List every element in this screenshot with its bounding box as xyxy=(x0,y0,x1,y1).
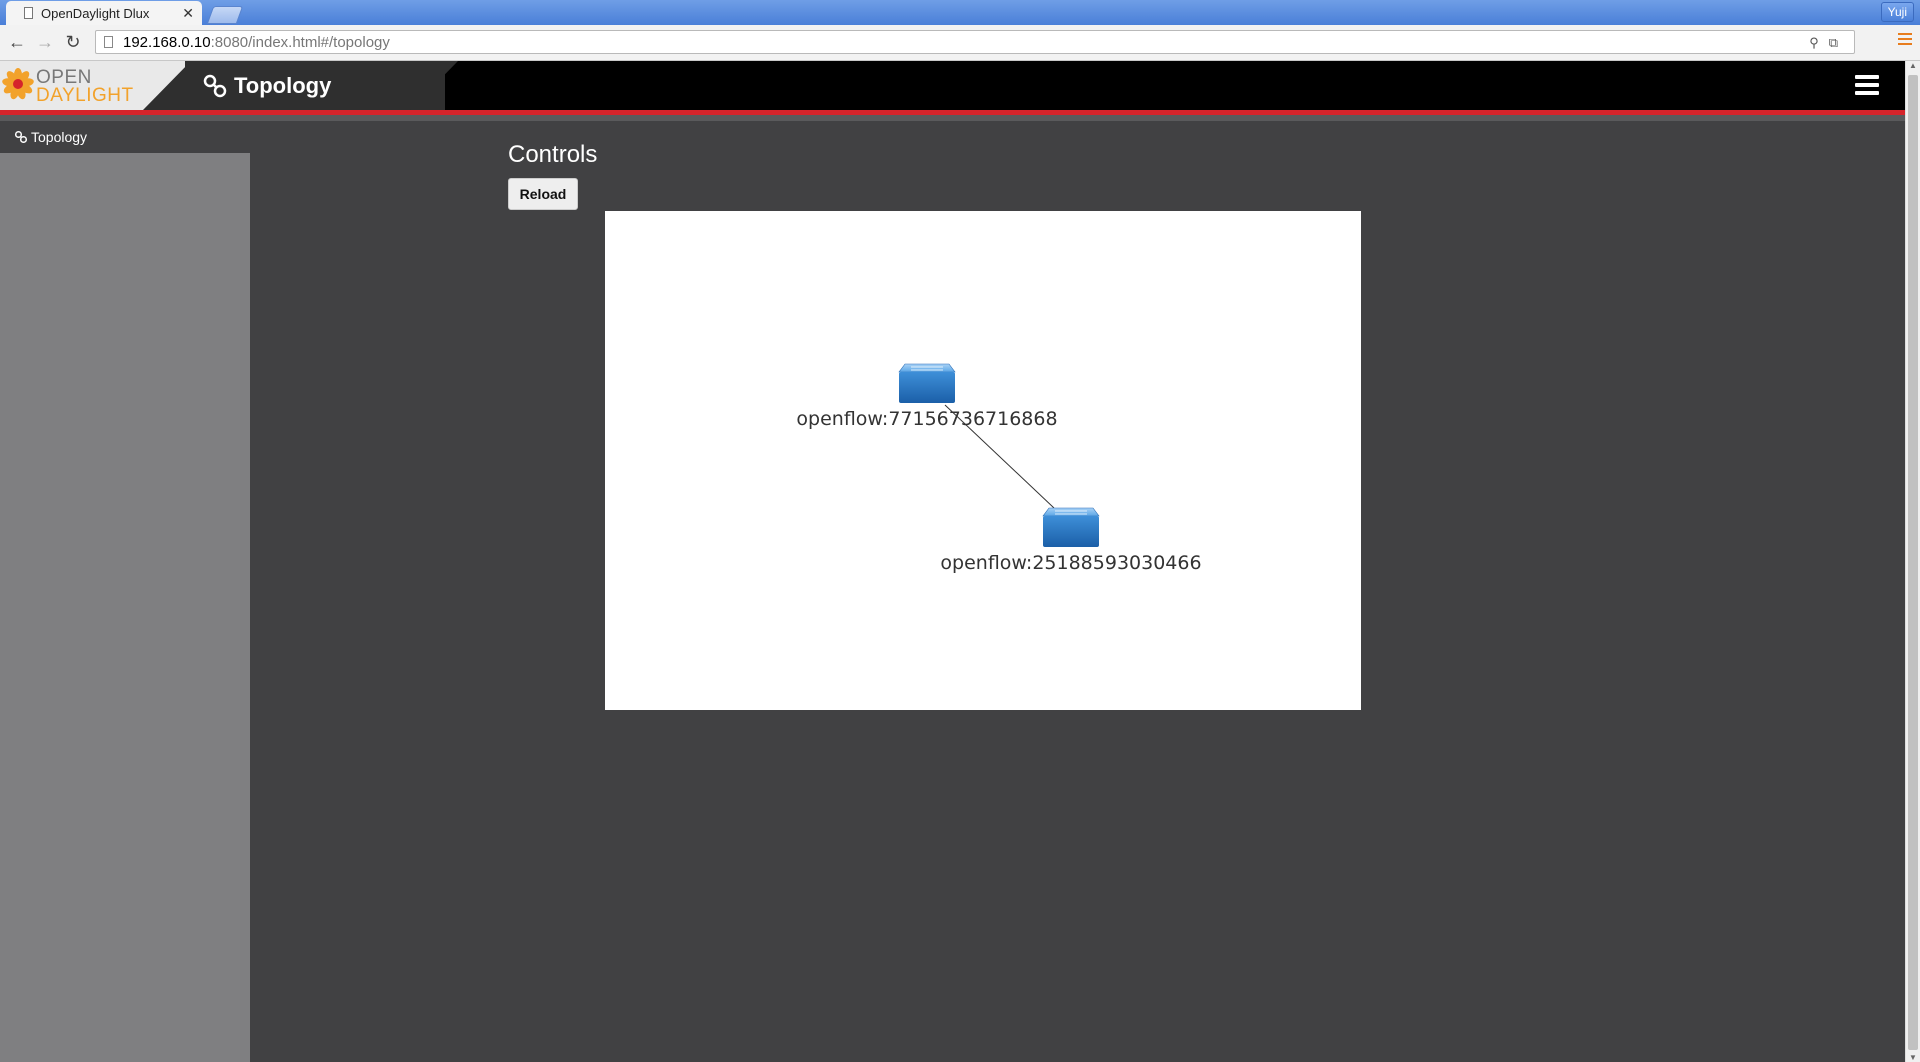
app-header: OPEN DAYLIGHT Topology xyxy=(0,61,1905,110)
new-tab-button[interactable] xyxy=(206,6,244,24)
title-divider xyxy=(410,61,458,110)
page-icon xyxy=(24,7,33,19)
tab-title: OpenDaylight Dlux xyxy=(41,5,150,21)
url-host: 192.168.0.10 xyxy=(123,33,211,51)
daylight-flower-icon xyxy=(2,68,34,100)
scroll-thumb[interactable] xyxy=(1908,75,1918,1050)
sidebar: Topology xyxy=(0,121,250,1062)
extension-icons[interactable]: ⚲⧉ xyxy=(1809,35,1848,51)
sidebar-item-label: Topology xyxy=(31,129,88,145)
node-label: openflow:77156736716868 xyxy=(796,408,1057,430)
address-bar[interactable]: 192.168.0.10:8080/index.html#/topology ⚲… xyxy=(95,30,1855,54)
page-title: Topology xyxy=(202,61,331,110)
topology-canvas[interactable]: openflow:77156736716868 openflow:2518859… xyxy=(605,211,1361,710)
reload-page-icon[interactable]: ↻ xyxy=(62,31,84,53)
page-scrollbar[interactable]: ▲ ▼ xyxy=(1905,61,1920,1062)
close-tab-icon[interactable]: ✕ xyxy=(182,5,194,22)
page-title-text: Topology xyxy=(234,72,332,98)
switch-node[interactable] xyxy=(898,363,956,403)
header-shadow xyxy=(0,115,1905,121)
browser-tab[interactable]: OpenDaylight Dlux ✕ xyxy=(6,1,202,25)
header-divider xyxy=(143,61,191,110)
forward-icon[interactable]: → xyxy=(34,31,56,53)
controls-heading: Controls xyxy=(508,141,598,168)
document-icon xyxy=(104,36,113,48)
url-path: :8080/index.html#/topology xyxy=(210,33,390,51)
scroll-down-icon[interactable]: ▼ xyxy=(1906,1053,1920,1062)
logo-text-daylight: DAYLIGHT xyxy=(36,85,134,106)
topology-icon xyxy=(14,130,28,144)
topology-graph[interactable]: openflow:77156736716868 openflow:2518859… xyxy=(605,211,1361,710)
hamburger-menu-icon[interactable] xyxy=(1855,75,1879,99)
reload-button[interactable]: Reload xyxy=(508,178,578,210)
switch-node[interactable] xyxy=(1042,507,1100,547)
browser-titlebar: OpenDaylight Dlux ✕ Yuji xyxy=(0,0,1920,25)
scroll-up-icon[interactable]: ▲ xyxy=(1906,61,1920,70)
back-icon[interactable]: ← xyxy=(6,31,28,53)
browser-menu-icon[interactable] xyxy=(1898,33,1912,48)
profile-badge[interactable]: Yuji xyxy=(1880,2,1914,22)
browser-toolbar: ← → ↻ 192.168.0.10:8080/index.html#/topo… xyxy=(0,25,1920,61)
sidebar-item-topology[interactable]: Topology xyxy=(0,121,250,153)
node-label: openflow:25188593030466 xyxy=(940,552,1201,574)
topology-icon xyxy=(203,74,227,97)
